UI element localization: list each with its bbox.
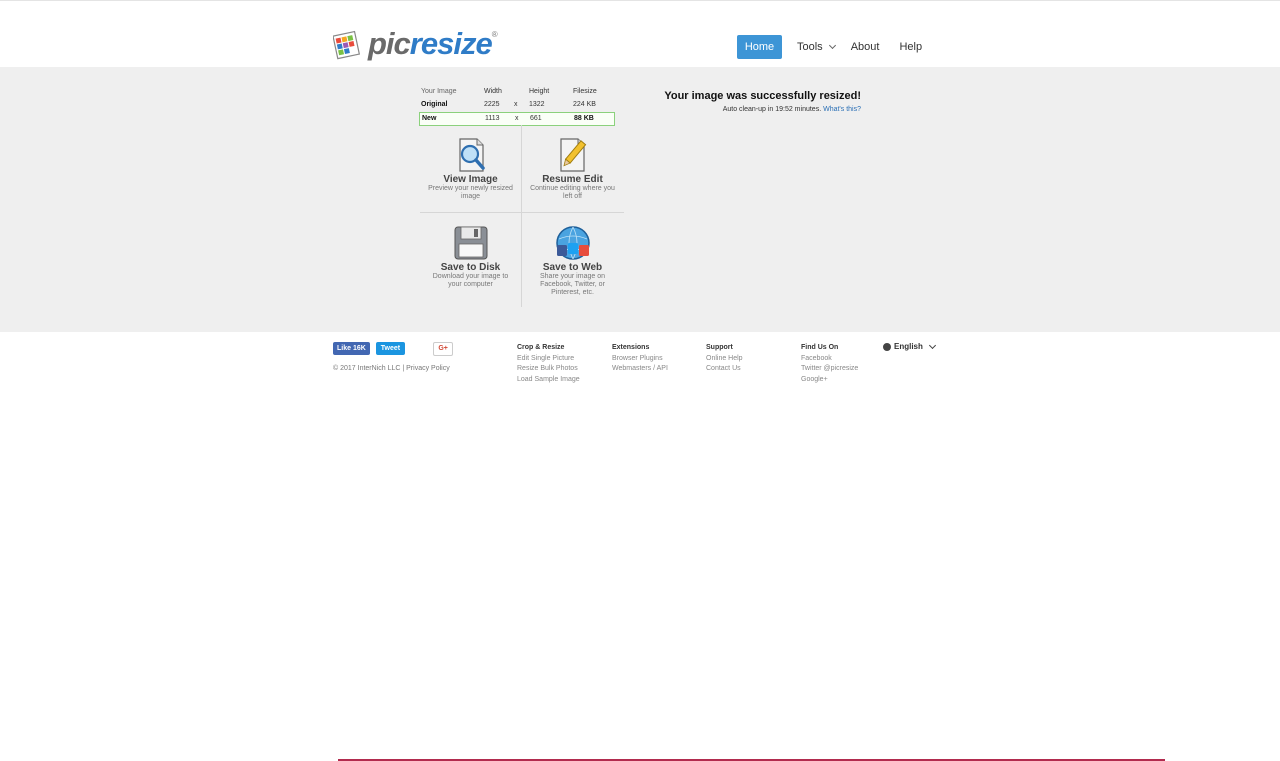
footer-link-resize-bulk[interactable]: Resize Bulk Photos (517, 364, 580, 375)
tile-desc: Download your image to your computer (432, 273, 509, 288)
footer-link-browser-plugins[interactable]: Browser Plugins (612, 354, 668, 365)
site-header: picresize ® Home Tools About Help (0, 1, 1280, 67)
footer-col-crop: Crop & Resize Edit Single Picture Resize… (517, 343, 580, 385)
tile-desc: Preview your newly resized image (428, 185, 513, 200)
footer-col-support: Support Online Help Contact Us (706, 343, 743, 375)
image-stats-table: Your Image Width Height Filesize Origina… (419, 85, 615, 126)
footer-link-facebook[interactable]: Facebook (801, 354, 858, 365)
footer-heading: Support (706, 344, 733, 351)
nav-help[interactable]: Help (899, 41, 922, 53)
col-height: Height (529, 88, 550, 95)
footer-heading: Extensions (612, 344, 650, 351)
social-buttons: Like 16K Tweet G+ (333, 342, 454, 356)
tile-desc: Share your image on Facebook, Twitter, o… (540, 273, 605, 296)
globe-social-icon (555, 226, 590, 260)
stats-row-original: Original 2225 x 1322 224 KB (419, 98, 615, 111)
copyright-text: © 2017 InterNich LLC | (333, 365, 405, 372)
auto-cleanup-label: Auto clean-up in 19:52 minutes. (722, 106, 822, 113)
save-to-web-button[interactable]: Save to Web Share your image on Facebook… (522, 213, 623, 297)
col-filesize: Filesize (573, 88, 597, 95)
logo-mark-icon (333, 30, 361, 60)
tile-title: Save to Web (542, 262, 603, 273)
google-plus-button[interactable]: G+ (433, 342, 454, 356)
row-x: x (514, 101, 518, 108)
tile-title: View Image (443, 174, 498, 185)
row-x: x (515, 115, 519, 122)
footer-col-extensions: Extensions Browser Plugins Webmasters / … (612, 343, 668, 375)
footer-link-online-help[interactable]: Online Help (706, 354, 743, 365)
footer-heading: Find Us On (801, 344, 839, 351)
row-height: 1322 (529, 101, 545, 108)
chevron-down-icon (928, 341, 936, 349)
success-message: Your image was successfully resized! (664, 90, 861, 102)
row-label: Original (421, 101, 448, 108)
success-notice: Your image was successfully resized! Aut… (649, 89, 861, 113)
view-image-button[interactable]: View Image Preview your newly resized im… (420, 125, 521, 201)
chevron-down-icon (828, 41, 836, 50)
footer-link-webmasters-api[interactable]: Webmasters / API (612, 364, 668, 375)
footer-link-load-sample[interactable]: Load Sample Image (517, 375, 580, 386)
globe-icon (883, 342, 891, 351)
logo-wordmark: picresize (368, 26, 493, 61)
tile-desc: Continue editing where you left off (530, 185, 615, 200)
stats-row-new: New 1113 x 661 88 KB (419, 112, 615, 126)
footer-heading: Crop & Resize (517, 344, 565, 351)
tweet-button[interactable]: Tweet (375, 342, 406, 355)
language-label: English (894, 342, 923, 351)
language-selector[interactable]: English (883, 341, 936, 351)
floppy-disk-icon (454, 226, 487, 260)
result-panel (0, 67, 1280, 332)
footer-link-contact-us[interactable]: Contact Us (706, 364, 743, 375)
copyright: © 2017 InterNich LLC | Privacy Policy (333, 365, 450, 372)
row-width: 2225 (484, 101, 500, 108)
row-size: 88 KB (574, 115, 594, 122)
footer-link-google-plus[interactable]: Google+ (801, 375, 858, 386)
nav-tools[interactable]: Tools (797, 41, 836, 53)
action-grid: View Image Preview your newly resized im… (420, 125, 624, 307)
col-width: Width (484, 88, 502, 95)
footer-link-twitter[interactable]: Twitter @picresize (801, 364, 858, 375)
tile-title: Resume Edit (542, 174, 603, 185)
save-to-disk-button[interactable]: Save to Disk Download your image to your… (420, 213, 521, 289)
registered-mark: ® (491, 30, 498, 39)
footer-col-find-us: Find Us On Facebook Twitter @picresize G… (801, 343, 858, 385)
whats-this-link[interactable]: What's this? (823, 106, 861, 113)
nav-about[interactable]: About (851, 41, 880, 53)
row-height: 661 (530, 115, 542, 122)
footer-link-edit-single[interactable]: Edit Single Picture (517, 354, 580, 365)
auto-cleanup-text: Auto clean-up in 19:52 minutes. What's t… (649, 106, 861, 113)
magnifier-document-icon (458, 138, 485, 172)
picresize-logo[interactable]: picresize ® (333, 26, 498, 61)
resume-edit-button[interactable]: Resume Edit Continue editing where you l… (522, 125, 623, 201)
row-label: New (422, 115, 437, 122)
col-your-image: Your Image (421, 88, 457, 95)
row-size: 224 KB (573, 101, 596, 108)
nav-home[interactable]: Home (737, 35, 782, 59)
pencil-document-icon (559, 138, 586, 172)
nav-tools-label: Tools (797, 41, 823, 53)
row-width: 1113 (485, 115, 500, 122)
main-nav: Home Tools About Help (737, 35, 922, 59)
tile-title: Save to Disk (440, 262, 501, 273)
stats-header-row: Your Image Width Height Filesize (419, 85, 615, 98)
facebook-like-button[interactable]: Like 16K (333, 342, 370, 355)
privacy-policy-link[interactable]: Privacy Policy (406, 365, 450, 372)
